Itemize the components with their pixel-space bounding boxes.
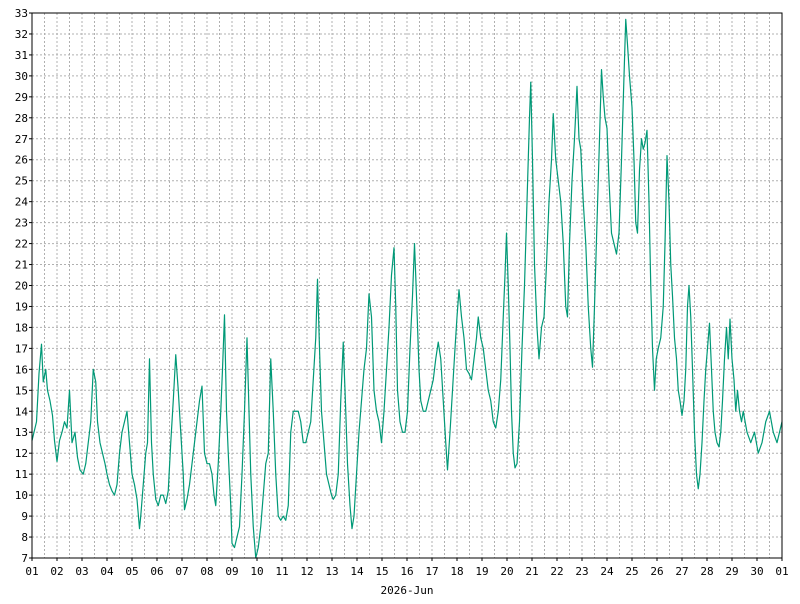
x-tick-label: 16 [400, 565, 413, 578]
x-axis-ticks: 01 02 03 04 05 06 07 08 09 10 11 12 13 14 15 16 17 18 19 20… [25, 558, 789, 578]
line-chart: 7 8 9 10 11 12 13 14 15 16 17 18 19 20 21 22 23 24 25 26 27 2… [15, 7, 789, 597]
x-tick-label: 28 [700, 565, 713, 578]
x-tick-label: 21 [525, 565, 538, 578]
y-tick-label: 22 [15, 238, 28, 251]
x-tick-label: 17 [425, 565, 438, 578]
x-tick-label: 25 [625, 565, 638, 578]
chart-container: 7 8 9 10 11 12 13 14 15 16 17 18 19 20 21 22 23 24 25 26 27 2… [0, 0, 800, 600]
x-tick-label: 23 [575, 565, 588, 578]
x-tick-label: 22 [550, 565, 563, 578]
x-tick-label: 19 [475, 565, 488, 578]
x-tick-label: 26 [650, 565, 663, 578]
x-tick-label: 07 [175, 565, 188, 578]
x-tick-label: 02 [50, 565, 63, 578]
y-tick-label: 13 [15, 426, 28, 439]
x-tick-label: 01 [25, 565, 38, 578]
y-tick-label: 24 [15, 196, 29, 209]
x-tick-label: 01 [775, 565, 788, 578]
y-tick-label: 21 [15, 259, 28, 272]
x-tick-label: 04 [100, 565, 114, 578]
x-axis-label: 2026-Jun [381, 584, 434, 597]
x-tick-label: 08 [200, 565, 213, 578]
y-tick-label: 31 [15, 49, 28, 62]
x-tick-label: 15 [375, 565, 388, 578]
y-tick-label: 10 [15, 489, 28, 502]
y-tick-label: 25 [15, 175, 28, 188]
y-tick-label: 20 [15, 280, 28, 293]
x-tick-label: 03 [75, 565, 88, 578]
x-tick-label: 13 [325, 565, 338, 578]
y-tick-label: 23 [15, 217, 28, 230]
y-tick-label: 15 [15, 384, 28, 397]
x-tick-label: 27 [675, 565, 688, 578]
y-tick-label: 7 [21, 552, 28, 565]
y-tick-label: 17 [15, 342, 28, 355]
y-tick-label: 30 [15, 70, 28, 83]
x-tick-label: 18 [450, 565, 463, 578]
y-tick-label: 18 [15, 321, 28, 334]
x-tick-label: 10 [250, 565, 263, 578]
y-tick-label: 16 [15, 363, 28, 376]
y-tick-label: 27 [15, 133, 28, 146]
x-tick-label: 12 [300, 565, 313, 578]
x-tick-label: 09 [225, 565, 238, 578]
y-tick-label: 8 [21, 531, 28, 544]
y-tick-label: 19 [15, 300, 28, 313]
x-tick-label: 05 [125, 565, 138, 578]
y-tick-label: 33 [15, 7, 28, 20]
x-tick-label: 14 [350, 565, 364, 578]
x-tick-label: 06 [150, 565, 163, 578]
y-axis-ticks: 7 8 9 10 11 12 13 14 15 16 17 18 19 20 21 22 23 24 25 26 27 2… [15, 7, 32, 565]
y-tick-label: 29 [15, 91, 28, 104]
y-tick-label: 12 [15, 447, 28, 460]
x-tick-label: 11 [275, 565, 288, 578]
y-tick-label: 9 [21, 510, 28, 523]
y-tick-label: 26 [15, 154, 28, 167]
x-tick-label: 20 [500, 565, 513, 578]
x-tick-label: 24 [600, 565, 614, 578]
y-tick-label: 32 [15, 28, 28, 41]
x-tick-label: 29 [725, 565, 738, 578]
x-tick-label: 30 [750, 565, 763, 578]
y-tick-label: 14 [15, 405, 29, 418]
y-tick-label: 11 [15, 468, 28, 481]
y-tick-label: 28 [15, 112, 28, 125]
